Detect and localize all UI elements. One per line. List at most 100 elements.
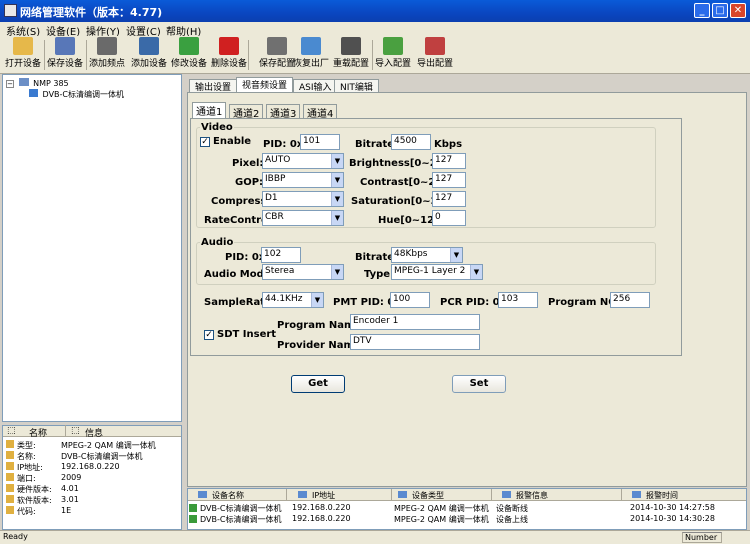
compress-select[interactable]: D1 ▼ bbox=[262, 191, 344, 207]
contrast-input[interactable]: 127 bbox=[432, 172, 466, 188]
log-header-divider bbox=[621, 489, 622, 500]
info-value: 1E bbox=[61, 506, 72, 515]
video-bitrate-input[interactable]: 4500 bbox=[391, 134, 431, 150]
sdt-insert-checkbox[interactable]: ✓ bbox=[204, 330, 214, 340]
tab-channel-4[interactable]: 通道4 bbox=[303, 104, 338, 120]
floppy-disk-icon bbox=[55, 37, 75, 55]
saturation-input[interactable]: 127 bbox=[432, 191, 466, 207]
video-pid-label: PID: 0x bbox=[263, 139, 304, 150]
info-value: 3.01 bbox=[61, 495, 79, 504]
gop-select[interactable]: IBBP ▼ bbox=[262, 172, 344, 188]
tab-channel-3[interactable]: 通道3 bbox=[266, 104, 301, 120]
toolbar-button-label: 保存配置 bbox=[258, 59, 295, 69]
toolbar-button-0[interactable]: 打开设备 bbox=[4, 37, 42, 69]
tab-channel-1[interactable]: 通道1 bbox=[192, 102, 227, 118]
pcr-pid-input[interactable]: 103 bbox=[498, 292, 538, 308]
audio-pid-input[interactable]: 102 bbox=[261, 247, 301, 263]
sdt-insert-label: SDT Insert bbox=[217, 329, 277, 340]
toolbar-button-7[interactable]: 恢复出厂 bbox=[292, 37, 330, 69]
antenna-add-icon bbox=[97, 37, 117, 55]
get-button[interactable]: Get bbox=[291, 375, 345, 393]
toolbar-button-6[interactable]: 保存配置 bbox=[258, 37, 296, 69]
toolbar-separator bbox=[44, 40, 45, 70]
pmt-pid-input[interactable]: 100 bbox=[390, 292, 430, 308]
toolbar-button-2[interactable]: 添加频点 bbox=[88, 37, 126, 69]
window-title: 网络管理软件（版本：4.77) bbox=[20, 6, 163, 19]
log-header-2[interactable]: 设备类型 bbox=[412, 490, 444, 501]
log-header-divider bbox=[286, 489, 287, 500]
audio-bitrate-select[interactable]: 48Kbps ▼ bbox=[391, 247, 463, 263]
tab-outer-3[interactable]: NIT编辑 bbox=[334, 79, 379, 93]
reload-config-icon bbox=[341, 37, 361, 55]
pixel-label: Pixel: bbox=[232, 158, 264, 169]
toolbar-button-9[interactable]: 导入配置 bbox=[374, 37, 412, 69]
title-bar[interactable]: 网络管理软件（版本：4.77) _ □ ✕ bbox=[0, 0, 750, 22]
tree-expand-icon[interactable]: − bbox=[6, 80, 14, 88]
video-enable-checkbox[interactable]: ✓ bbox=[200, 137, 210, 147]
toolbar-button-10[interactable]: 导出配置 bbox=[416, 37, 454, 69]
toolbar-button-label: 恢复出厂 bbox=[292, 59, 329, 69]
info-value: 2009 bbox=[61, 473, 82, 482]
table-cell: MPEG-2 QAM 编调一体机 bbox=[394, 504, 489, 513]
info-header-info[interactable]: 信息 bbox=[85, 426, 103, 439]
hue-input[interactable]: 0 bbox=[432, 210, 466, 226]
device-tree[interactable]: − NMP 385 DVB-C标清编调一体机 bbox=[2, 74, 182, 422]
alarm-log-table[interactable]: 设备名称 IP地址 设备类型 报警信息 报警时间 DVB-C标清编调一体机 192.168… bbox=[187, 488, 747, 530]
toolbar-separator bbox=[86, 40, 87, 70]
toolbar-button-label: 重载配置 bbox=[332, 59, 369, 69]
minimize-button[interactable]: _ bbox=[694, 3, 710, 18]
info-key: 名称: bbox=[17, 452, 36, 461]
info-row-icon bbox=[6, 440, 14, 448]
info-key: IP地址: bbox=[17, 463, 43, 472]
program-name-input[interactable]: Encoder 1 bbox=[350, 314, 480, 330]
tree-root[interactable]: − NMP 385 bbox=[6, 78, 69, 88]
video-pid-input[interactable]: 101 bbox=[300, 134, 340, 150]
ratecontrol-select[interactable]: CBR ▼ bbox=[262, 210, 344, 226]
set-button[interactable]: Set bbox=[452, 375, 506, 393]
table-cell: 设备上线 bbox=[496, 515, 528, 524]
log-header-1[interactable]: IP地址 bbox=[312, 490, 335, 501]
dropdown-arrow-icon: ▼ bbox=[470, 265, 482, 279]
info-value: MPEG-2 QAM 编调一体机 bbox=[61, 441, 156, 450]
info-header-name[interactable]: 名称 bbox=[29, 426, 47, 439]
log-header-icon bbox=[298, 491, 307, 498]
tab-outer-1[interactable]: 视音频设置 bbox=[236, 77, 294, 92]
maximize-button[interactable]: □ bbox=[712, 3, 728, 18]
toolbar-button-3[interactable]: 添加设备 bbox=[130, 37, 168, 69]
samplerate-select[interactable]: 44.1KHz ▼ bbox=[262, 292, 324, 308]
audio-pid-label: PID: 0x bbox=[225, 252, 266, 263]
info-key: 代码: bbox=[17, 507, 36, 516]
close-button[interactable]: ✕ bbox=[730, 3, 746, 18]
log-header-divider bbox=[391, 489, 392, 500]
tree-node-label: DVB-C标清编调一体机 bbox=[42, 90, 124, 99]
toolbar: 打开设备 保存设备 添加频点 添加设备 修改设备 删除设备 保存配置 恢复出厂 重载配置 导入配置… bbox=[0, 36, 750, 74]
tab-outer-2[interactable]: ASI输入 bbox=[293, 79, 338, 93]
audio-mode-select[interactable]: Sterea ▼ bbox=[262, 264, 344, 280]
log-header-4[interactable]: 报警时间 bbox=[646, 490, 678, 501]
provider-name-input[interactable]: DTV bbox=[350, 334, 480, 350]
dropdown-arrow-icon: ▼ bbox=[311, 293, 323, 307]
tree-node-device[interactable]: DVB-C标清编调一体机 bbox=[29, 89, 124, 100]
toolbar-button-4[interactable]: 修改设备 bbox=[170, 37, 208, 69]
brightness-input[interactable]: 127 bbox=[432, 153, 466, 169]
program-no-input[interactable]: 256 bbox=[610, 292, 650, 308]
info-key: 硬件版本: bbox=[17, 485, 52, 494]
toolbar-button-5[interactable]: 删除设备 bbox=[210, 37, 248, 69]
gop-label: GOP: bbox=[235, 177, 264, 188]
menu-bar: 系统(S) 设备(E) 操作(Y) 设置(C) 帮助(H) bbox=[0, 22, 750, 38]
log-header-3[interactable]: 报警信息 bbox=[516, 490, 548, 501]
pcr-pid-label: PCR PID: 0x bbox=[440, 297, 507, 308]
toolbar-button-8[interactable]: 重载配置 bbox=[332, 37, 370, 69]
check-icon: ✓ bbox=[201, 137, 209, 147]
info-key: 类型: bbox=[17, 441, 36, 450]
pixel-select[interactable]: AUTO ▼ bbox=[262, 153, 344, 169]
toolbar-button-1[interactable]: 保存设备 bbox=[46, 37, 84, 69]
video-enable-label: Enable bbox=[213, 136, 252, 147]
dropdown-arrow-icon: ▼ bbox=[331, 154, 343, 168]
audio-type-select[interactable]: MPEG-1 Layer 2 ▼ bbox=[391, 264, 483, 280]
toolbar-separator bbox=[372, 40, 373, 70]
tab-channel-2[interactable]: 通道2 bbox=[229, 104, 264, 120]
tab-outer-0[interactable]: 输出设置 bbox=[189, 79, 238, 93]
log-header-0[interactable]: 设备名称 bbox=[212, 490, 244, 501]
info-panel: ⬚ 名称 ⬚ 信息 类型: MPEG-2 QAM 编调一体机 名称: DVB-C标清编… bbox=[2, 425, 182, 530]
